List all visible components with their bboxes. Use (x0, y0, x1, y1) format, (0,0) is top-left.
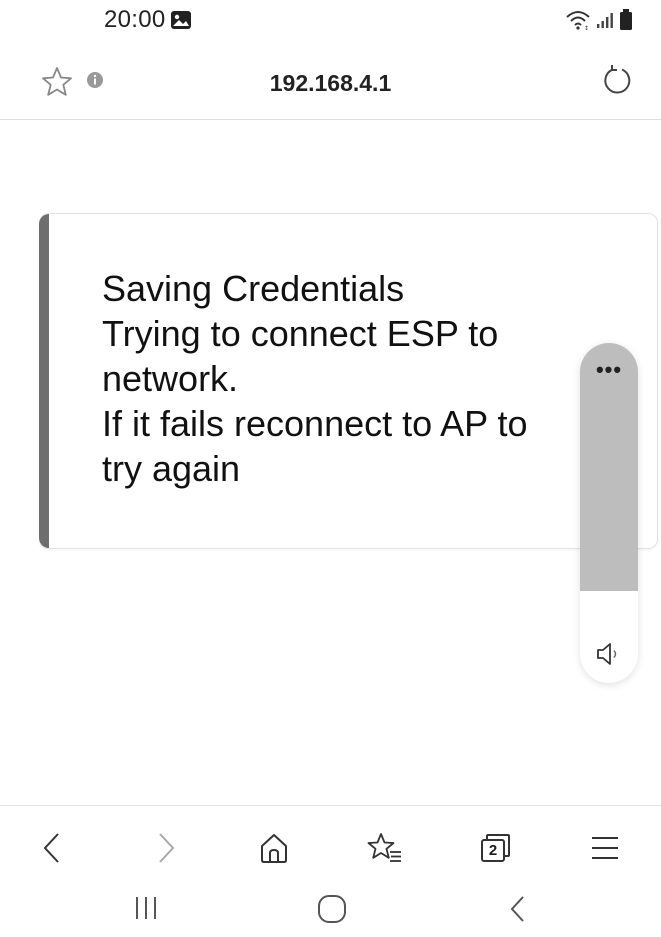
volume-panel[interactable]: ••• (580, 343, 638, 683)
browser-address-bar: 192.168.4.1 (0, 46, 661, 120)
status-bar: 20:00 ↕ (0, 0, 661, 40)
message-card: Saving Credentials Trying to connect ESP… (39, 213, 658, 549)
system-navigation-bar (0, 885, 661, 937)
svg-text:↕: ↕ (584, 25, 589, 31)
card-line: Trying to connect ESP to (102, 313, 499, 354)
volume-more-button[interactable]: ••• (580, 357, 638, 383)
card-accent-bar (39, 214, 49, 548)
url-text[interactable]: 192.168.4.1 (0, 70, 661, 97)
battery-icon (619, 9, 633, 36)
speaker-icon[interactable] (596, 641, 624, 672)
home-icon[interactable] (257, 831, 291, 870)
menu-icon[interactable] (590, 831, 620, 870)
card-line: try again (102, 448, 241, 489)
tabs-icon[interactable]: 2 (478, 831, 514, 870)
card-line: If it fails reconnect to AP to (102, 403, 528, 444)
card-line: network. (102, 358, 239, 399)
browser-screen: 20:00 ↕ 192.168.4.1 Saving Credentials T… (0, 0, 661, 937)
card-message: Saving Credentials Trying to connect ESP… (102, 266, 602, 491)
signal-icon (596, 11, 616, 34)
wifi-icon: ↕ (565, 9, 591, 36)
forward-icon[interactable] (154, 831, 178, 870)
card-line: Saving Credentials (102, 268, 405, 309)
back-icon[interactable] (508, 894, 528, 929)
gallery-icon (170, 10, 192, 35)
back-icon[interactable] (40, 831, 64, 870)
recents-icon[interactable] (133, 895, 159, 926)
tab-count-badge: 2 (488, 842, 498, 859)
reload-icon[interactable] (600, 63, 636, 104)
status-time: 20:00 (104, 6, 166, 33)
browser-bottom-toolbar: 2 (0, 805, 661, 886)
bookmarks-icon[interactable] (366, 831, 404, 870)
home-icon[interactable] (317, 894, 347, 929)
